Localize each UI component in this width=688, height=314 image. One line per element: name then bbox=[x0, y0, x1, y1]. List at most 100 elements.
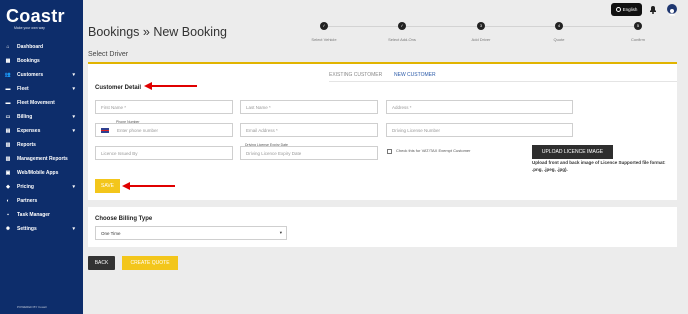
language-button[interactable]: English bbox=[611, 3, 642, 16]
booking-stepper: ✓ Select Vehicle ✓ Select Add-Ons 3 Add … bbox=[310, 20, 665, 46]
bell-icon[interactable] bbox=[649, 5, 657, 14]
logo-text: Coastr bbox=[6, 6, 65, 26]
app-icon: ▣ bbox=[5, 170, 11, 176]
partner-icon: ◐ bbox=[6, 198, 10, 204]
sidebar-item-expenses[interactable]: ▤ Expenses ▾ bbox=[0, 124, 83, 138]
sidebar-item-fleet[interactable]: ▬ Fleet ▾ bbox=[0, 82, 83, 96]
sidebar-item-label: Bookings bbox=[17, 58, 40, 64]
sidebar-item-label: Pricing bbox=[17, 184, 34, 190]
user-icon bbox=[668, 9, 676, 16]
step-select-addons: ✓ Select Add-Ons bbox=[382, 20, 422, 42]
step-marker: ✓ bbox=[398, 22, 406, 30]
sidebar-item-bookings[interactable]: ▦ Bookings bbox=[0, 54, 83, 68]
sidebar: Coastr Make your own way ⌂ Dashboard ▦ Book… bbox=[0, 0, 83, 314]
step-marker: 3 bbox=[477, 22, 485, 30]
chevron-down-icon: ▾ bbox=[72, 114, 75, 120]
customer-detail-title: Customer Detail bbox=[95, 85, 142, 91]
sidebar-item-label: Web/Mobile Apps bbox=[17, 170, 59, 176]
sidebar-item-web-mobile-apps[interactable]: ▣ Web/Mobile Apps bbox=[0, 166, 83, 180]
home-icon: ⌂ bbox=[6, 44, 10, 50]
step-label: Select Add-Ons bbox=[388, 37, 416, 42]
billing-type-value: One Time bbox=[101, 230, 121, 236]
car-icon: ▬ bbox=[5, 100, 11, 106]
chevron-down-icon: ▾ bbox=[72, 184, 75, 190]
step-confirm: 5 Confirm bbox=[618, 20, 658, 42]
phone-field[interactable]: Enter phone number bbox=[95, 123, 233, 137]
chevron-down-icon: ▾ bbox=[72, 128, 75, 134]
report-icon: ▥ bbox=[5, 156, 11, 162]
step-marker: ✓ bbox=[320, 22, 328, 30]
gear-icon: ✹ bbox=[5, 226, 11, 232]
upload-note: Upload front and back image of Licence S… bbox=[532, 160, 666, 172]
step-label: Confirm bbox=[630, 37, 645, 42]
sidebar-item-billing[interactable]: ▭ Billing ▾ bbox=[0, 110, 83, 124]
last-name-field[interactable]: Last Name * bbox=[240, 100, 378, 114]
sidebar-item-label: Dashboard bbox=[17, 44, 44, 50]
annotation-arrow-customer-detail bbox=[144, 82, 197, 90]
sidebar-item-label: Customers bbox=[17, 72, 44, 78]
sidebar-item-label: Billing bbox=[17, 114, 33, 120]
logo-tagline: Make your own way bbox=[14, 26, 45, 30]
page-subtitle: Select Driver bbox=[88, 51, 129, 58]
sidebar-item-label: Fleet Movement bbox=[17, 100, 55, 106]
language-label: English bbox=[622, 7, 638, 12]
billing-type-select[interactable]: One Time ▾ bbox=[95, 226, 287, 240]
sidebar-item-partners[interactable]: ◐ Partners bbox=[0, 194, 83, 208]
address-field[interactable]: Address * bbox=[386, 100, 573, 114]
step-select-vehicle: ✓ Select Vehicle bbox=[304, 20, 344, 42]
uk-flag-icon[interactable] bbox=[101, 127, 109, 133]
sidebar-item-label: Settings bbox=[17, 226, 37, 232]
car-icon: ▬ bbox=[5, 86, 11, 92]
chevron-down-icon: ▾ bbox=[279, 230, 282, 235]
license-issued-by-field[interactable]: Licence Issued By bbox=[95, 146, 233, 160]
create-quote-button[interactable]: CREATE QUOTE bbox=[122, 256, 178, 270]
chevron-down-icon: ▾ bbox=[72, 72, 75, 78]
email-field[interactable]: Email Address * bbox=[240, 123, 378, 137]
tab-new-customer[interactable]: NEW CUSTOMER bbox=[394, 72, 436, 78]
chevron-down-icon: ▾ bbox=[72, 226, 75, 232]
step-label: Quote bbox=[553, 37, 565, 42]
sidebar-item-settings[interactable]: ✹ Settings ▾ bbox=[0, 222, 83, 236]
sidebar-item-reports[interactable]: ▥ Reports bbox=[0, 138, 83, 152]
tab-existing-customer[interactable]: EXISTING CUSTOMER bbox=[329, 72, 382, 78]
sidebar-item-label: Management Reports bbox=[17, 156, 68, 162]
user-avatar-icon[interactable] bbox=[667, 4, 677, 16]
vat-exempt-checkbox[interactable] bbox=[387, 149, 392, 154]
step-label: Select Vehicle bbox=[311, 37, 337, 42]
tag-icon: ◆ bbox=[6, 184, 10, 190]
sidebar-item-task-manager[interactable]: ▪ Task Manager bbox=[0, 208, 83, 222]
sidebar-item-label: Partners bbox=[17, 198, 38, 204]
brand-logo[interactable]: Coastr Make your own way bbox=[6, 7, 78, 30]
users-icon: 👥 bbox=[4, 72, 12, 78]
sidebar-item-customers[interactable]: 👥 Customers ▾ bbox=[0, 68, 83, 82]
billing-type-title: Choose Billing Type bbox=[95, 216, 153, 222]
save-button[interactable]: SAVE bbox=[95, 179, 120, 193]
step-quote: 4 Quote bbox=[539, 20, 579, 42]
sidebar-item-label: Task Manager bbox=[17, 212, 50, 218]
task-icon: ▪ bbox=[7, 212, 9, 218]
sidebar-item-label: Fleet bbox=[17, 86, 29, 92]
back-button[interactable]: BACK bbox=[88, 256, 115, 270]
step-marker: 4 bbox=[555, 22, 563, 30]
calendar-icon: ▦ bbox=[5, 58, 11, 64]
phone-placeholder: Enter phone number bbox=[117, 127, 159, 133]
step-add-driver: 3 Add Driver bbox=[461, 20, 501, 42]
page-title: Bookings » New Booking bbox=[88, 25, 227, 39]
chevron-down-icon: ▾ bbox=[72, 86, 75, 92]
license-number-field[interactable]: Driving License Number bbox=[386, 123, 573, 137]
upload-licence-button[interactable]: UPLOAD LICENCE IMAGE bbox=[532, 145, 613, 159]
sidebar-item-pricing[interactable]: ◆ Pricing ▾ bbox=[0, 180, 83, 194]
vat-exempt-label: Check this for VAT/TAX Exempt Customer bbox=[396, 148, 471, 153]
report-icon: ▥ bbox=[5, 142, 11, 148]
sidebar-item-fleet-movement[interactable]: ▬ Fleet Movement bbox=[0, 96, 83, 110]
license-expiry-field[interactable]: Driving Licence Expiry Date bbox=[240, 146, 378, 160]
sidebar-item-dashboard[interactable]: ⌂ Dashboard bbox=[0, 40, 83, 54]
first-name-field[interactable]: First Name * bbox=[95, 100, 233, 114]
step-marker: 5 bbox=[634, 22, 642, 30]
receipt-icon: ▤ bbox=[5, 128, 11, 134]
sidebar-nav: ⌂ Dashboard ▦ Bookings 👥 Customers ▾ ▬ Fleet ▾ ▬ Fl… bbox=[0, 40, 83, 236]
globe-icon bbox=[615, 7, 621, 12]
sidebar-item-label: Reports bbox=[17, 142, 36, 148]
sidebar-item-management-reports[interactable]: ▥ Management Reports bbox=[0, 152, 83, 166]
annotation-arrow-save bbox=[122, 182, 175, 190]
